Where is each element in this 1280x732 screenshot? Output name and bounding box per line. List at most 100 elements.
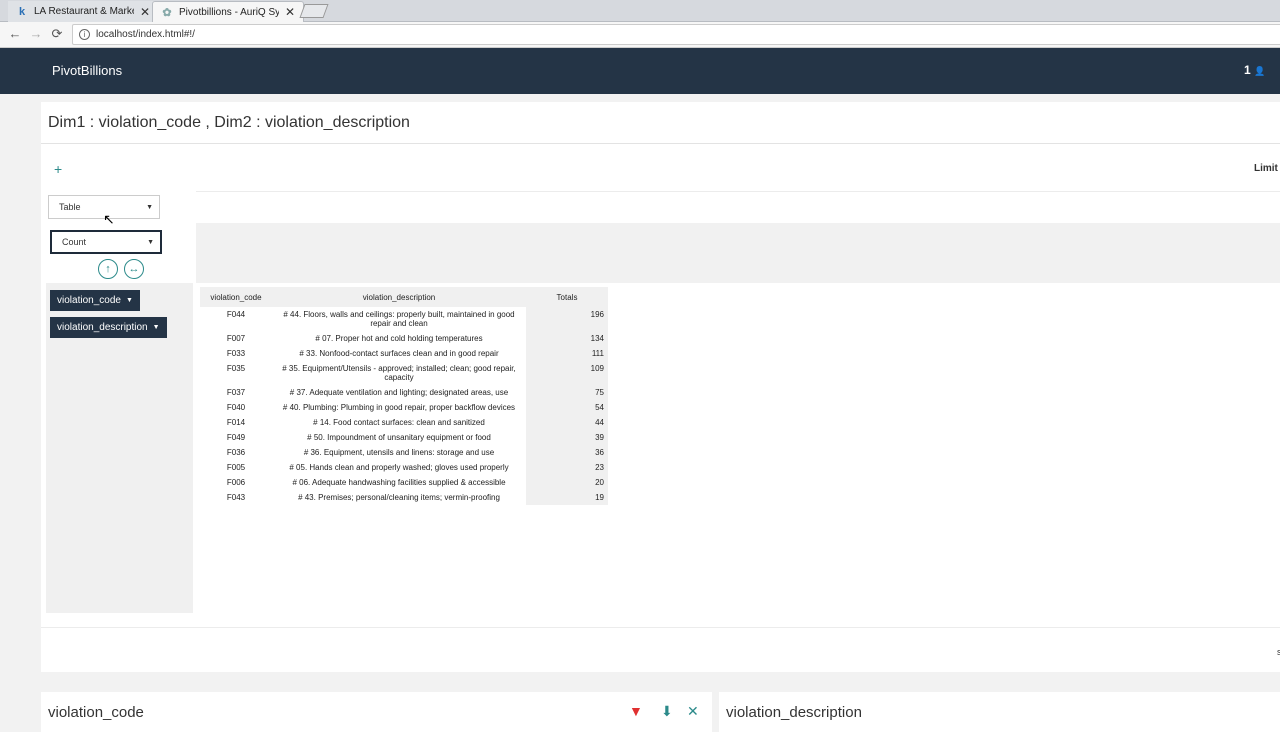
close-icon[interactable]: ✕ — [687, 703, 699, 720]
app-header: PivotBillions 1 👤 — [0, 48, 1280, 94]
table-row: F035 # 35. Equipment/Utensils - approved;… — [200, 361, 608, 385]
cell-violation-description: # 35. Equipment/Utensils - approved; ins… — [282, 364, 516, 382]
panel-title: violation_description — [726, 704, 862, 721]
url-input[interactable]: i localhost/index.html#!/ — [72, 24, 1280, 45]
cell-violation-code: F033 — [226, 349, 246, 358]
column-header[interactable]: violation_code — [200, 287, 272, 307]
cell-violation-description: # 43. Premises; personal/cleaning items;… — [298, 493, 500, 502]
download-icon[interactable]: ⬇ — [661, 703, 673, 720]
table-row: F040 # 40. Plumbing: Plumbing in good rep… — [200, 400, 608, 415]
table-row: F005 # 05. Hands clean and properly washe… — [200, 460, 608, 475]
sort-up-icon[interactable]: ↑ — [98, 259, 118, 279]
table-header-row: violation_code violation_description Tot… — [200, 287, 608, 307]
chevron-down-icon: ▼ — [125, 297, 133, 304]
dim-chip-label: violation_description — [57, 322, 148, 333]
brand-logo[interactable]: PivotBillions — [52, 63, 122, 78]
pivot-table: violation_code violation_description Tot… — [200, 287, 608, 505]
cell-violation-code: F035 — [226, 364, 246, 373]
app-favicon-icon: ✿ — [162, 6, 172, 19]
column-drop-area[interactable] — [196, 223, 1280, 283]
cell-violation-code: F006 — [226, 478, 246, 487]
chevron-down-icon: ▼ — [147, 238, 154, 246]
cell-total: 44 — [526, 415, 608, 430]
violation-code-panel: violation_code ▼ ⬇ ✕ — [41, 692, 712, 732]
cell-violation-code: F037 — [226, 388, 246, 397]
user-menu[interactable]: 1 👤 — [1244, 63, 1265, 77]
dim-chip-label: violation_code — [57, 295, 121, 306]
back-arrow-icon[interactable]: ← — [6, 25, 24, 43]
panel-title: violation_code — [48, 704, 144, 721]
cell-violation-description: # 37. Adequate ventilation and lighting;… — [289, 388, 509, 397]
cell-total: 134 — [526, 331, 608, 346]
cell-violation-code: F044 — [226, 310, 246, 319]
browser-tab-2[interactable]: ✿ Pivotbillions - AuriQ Syst ✕ — [152, 1, 305, 22]
cell-violation-description: # 36. Equipment, utensils and linens: st… — [303, 448, 495, 457]
forward-arrow-icon[interactable]: → — [27, 25, 45, 43]
violation-description-panel: violation_description — [719, 692, 1280, 732]
swap-horizontal-icon[interactable]: ↔ — [124, 259, 144, 279]
browser-tab-1[interactable]: k LA Restaurant & Market I ✕ — [8, 1, 159, 22]
cell-total: 36 — [526, 445, 608, 460]
cell-violation-code: F014 — [226, 418, 246, 427]
view-type-value: Table — [59, 202, 81, 212]
cell-total: 54 — [526, 400, 608, 415]
divider — [196, 191, 1280, 192]
cell-violation-code: F036 — [226, 448, 246, 457]
table-row: F036 # 36. Equipment, utensils and linens… — [200, 445, 608, 460]
cell-violation-code: F007 — [226, 334, 246, 343]
k-favicon-icon: k — [18, 5, 26, 18]
dim-chip-violation-code[interactable]: violation_code ▼ — [50, 290, 140, 311]
pivot-panel: Dim1 : violation_code , Dim2 : violation… — [41, 102, 1280, 672]
add-button[interactable]: + — [54, 161, 62, 177]
close-icon[interactable]: ✕ — [140, 5, 150, 19]
new-tab-button[interactable] — [299, 4, 329, 18]
table-row: F044 # 44. Floors, walls and ceilings: pr… — [200, 307, 608, 331]
table-row: F006 # 06. Adequate handwashing facilitie… — [200, 475, 608, 490]
limit-label: Limit — [1254, 163, 1278, 174]
dim-chip-violation-description[interactable]: violation_description ▼ — [50, 317, 167, 338]
cell-violation-description: # 14. Food contact surfaces: clean and s… — [313, 418, 485, 427]
chevron-down-icon: ▼ — [146, 203, 153, 211]
close-icon[interactable]: ✕ — [285, 5, 295, 19]
info-icon[interactable]: i — [79, 29, 90, 40]
cell-violation-description: # 40. Plumbing: Plumbing in good repair,… — [282, 403, 516, 412]
divider — [41, 627, 1280, 628]
address-bar: ← → ⟳ i localhost/index.html#!/ — [0, 22, 1280, 48]
page-title: Dim1 : violation_code , Dim2 : violation… — [48, 114, 410, 131]
filter-icon[interactable]: ▼ — [629, 703, 643, 719]
mouse-cursor-icon: ↖ — [103, 211, 115, 227]
aggregator-value: Count — [62, 237, 87, 247]
tab-title: LA Restaurant & Market I — [34, 6, 134, 17]
column-header[interactable]: Totals — [526, 287, 608, 307]
cell-violation-description: # 44. Floors, walls and ceilings: proper… — [283, 310, 515, 328]
table-row: F007 # 07. Proper hot and cold holding te… — [200, 331, 608, 346]
cell-violation-code: F005 — [226, 463, 246, 472]
cell-violation-code: F049 — [226, 433, 246, 442]
user-count: 1 — [1244, 63, 1251, 77]
table-row: F037 # 37. Adequate ventilation and light… — [200, 385, 608, 400]
cell-total: 196 — [526, 307, 608, 331]
table-row: F043 # 43. Premises; personal/cleaning it… — [200, 490, 608, 505]
column-header[interactable]: violation_description — [272, 287, 526, 307]
table-row: F014 # 14. Food contact surfaces: clean a… — [200, 415, 608, 430]
aggregator-select[interactable]: Count ▼ — [50, 230, 162, 254]
cell-violation-description: # 06. Adequate handwashing facilities su… — [292, 478, 506, 487]
cell-total: 23 — [526, 460, 608, 475]
cell-total: 19 — [526, 490, 608, 505]
cell-violation-description: # 05. Hands clean and properly washed; g… — [289, 463, 509, 472]
cell-violation-code: F043 — [226, 493, 246, 502]
cell-violation-description: # 50. Impoundment of unsanitary equipmen… — [307, 433, 491, 442]
table-row: F049 # 50. Impoundment of unsanitary equi… — [200, 430, 608, 445]
cell-total: 109 — [526, 361, 608, 385]
divider — [41, 143, 1280, 144]
cell-total: 111 — [526, 346, 608, 361]
user-icon: 👤 — [1254, 66, 1266, 76]
table-row: F033 # 33. Nonfood-contact surfaces clean… — [200, 346, 608, 361]
browser-tabstrip: k LA Restaurant & Market I ✕ ✿ Pivotbill… — [0, 0, 1280, 22]
chevron-down-icon: ▼ — [152, 324, 160, 331]
cell-violation-description: # 07. Proper hot and cold holding temper… — [315, 334, 483, 343]
cell-violation-description: # 33. Nonfood-contact surfaces clean and… — [299, 349, 499, 358]
cell-total: 39 — [526, 430, 608, 445]
tab-title: Pivotbillions - AuriQ Syst — [179, 6, 279, 18]
reload-icon[interactable]: ⟳ — [48, 25, 66, 43]
